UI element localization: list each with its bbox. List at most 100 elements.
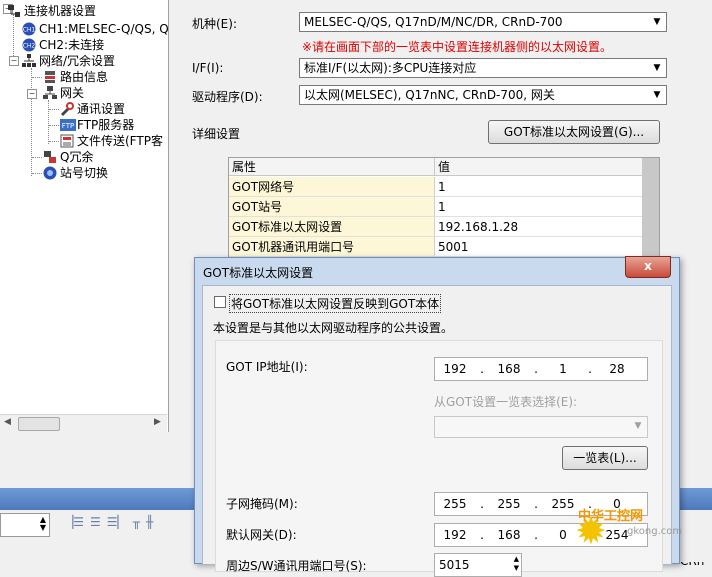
driver-select[interactable]: 以太网(MELSEC), Q17nNC, CRnD-700, 网关 ▼ bbox=[299, 85, 667, 105]
model-select[interactable]: MELSEC-Q/QS, Q17nD/M/NC/DR, CRnD-700 ▼ bbox=[299, 12, 667, 32]
svg-text:CH2: CH2 bbox=[23, 43, 36, 50]
ip-dot: . bbox=[534, 528, 538, 542]
tree-line bbox=[32, 157, 42, 158]
subnet-mask-label: 子网掩码(M): bbox=[226, 497, 298, 511]
svg-text:CH1: CH1 bbox=[23, 27, 36, 34]
got-ethernet-settings-button[interactable]: GOT标准以太网设置(G)... bbox=[488, 120, 660, 144]
column-header-value: 值 bbox=[435, 158, 643, 176]
scrollbar-thumb[interactable] bbox=[18, 417, 60, 431]
tree-item-routing[interactable]: 路由信息 bbox=[43, 69, 108, 85]
dialog-title: GOT标准以太网设置 bbox=[203, 266, 314, 280]
tree-item-network-redundancy[interactable]: 网络/冗余设置 bbox=[22, 53, 115, 69]
tree-line bbox=[48, 100, 49, 144]
common-settings-note: 本设置是与其他以太网驱动程序的公共设置。 bbox=[213, 321, 454, 335]
grid-cell-property: GOT网络号 bbox=[229, 177, 435, 197]
interface-label: I/F(I): bbox=[192, 61, 224, 75]
align-left-icon[interactable]: ▕☰ bbox=[64, 515, 84, 533]
tree-line bbox=[49, 125, 59, 126]
toolbar-spin-input[interactable]: ▲ ▼ bbox=[0, 513, 50, 537]
watermark-brand: 中华工控网 bbox=[578, 509, 644, 524]
grid-cell-value[interactable]: 192.168.1.28 bbox=[435, 217, 643, 237]
redundancy-icon bbox=[43, 150, 57, 164]
warning-text: ※请在画面下部的一览表中设置连接机器侧的以太网设置。 bbox=[302, 40, 613, 54]
ip-dot: . bbox=[588, 362, 592, 376]
tree-item-label: 通讯设置 bbox=[77, 102, 126, 116]
channel-icon: CH1 bbox=[22, 22, 36, 36]
reflect-checkbox-label[interactable]: 将GOT标准以太网设置反映到GOT本体 bbox=[229, 294, 442, 313]
column-header-property: 属性 bbox=[229, 158, 435, 176]
tree-item-ch2[interactable]: CH2 CH2:未连接 bbox=[22, 37, 104, 53]
chevron-down-icon: ▼ bbox=[653, 17, 661, 27]
grid-cell-property: GOT机器通讯用端口号 bbox=[229, 237, 435, 257]
list-button[interactable]: 一览表(L)... bbox=[562, 446, 648, 470]
interface-select[interactable]: 标准I/F(以太网):多CPU连接对应 ▼ bbox=[299, 58, 667, 78]
tree-item-file-transfer[interactable]: 文件传送(FTP客 bbox=[60, 133, 163, 149]
spin-arrows-icon[interactable]: ▲ ▼ bbox=[40, 516, 46, 532]
chevron-down-icon: ▼ bbox=[653, 63, 661, 73]
interface-select-value: 标准I/F(以太网):多CPU连接对应 bbox=[304, 61, 477, 75]
tree-horizontal-scrollbar[interactable]: ◀ ▶ bbox=[0, 414, 167, 432]
tree-line bbox=[49, 109, 59, 110]
station-switch-icon bbox=[43, 166, 57, 180]
ip-dot: . bbox=[534, 362, 538, 376]
svg-text:FTP: FTP bbox=[62, 122, 74, 130]
ip-octet: 168 bbox=[497, 528, 521, 542]
tree-item-communication[interactable]: 通讯设置 bbox=[60, 101, 125, 117]
tree-line bbox=[13, 14, 14, 62]
align-right-icon[interactable]: ☰▏ bbox=[107, 515, 127, 533]
collapse-toggle[interactable]: − bbox=[9, 56, 19, 66]
tree-item-q-redundancy[interactable]: Q冗余 bbox=[43, 149, 93, 165]
ip-octet: 255 bbox=[443, 497, 467, 511]
scroll-left-icon[interactable]: ◀ bbox=[4, 417, 11, 427]
scroll-right-icon[interactable]: ▶ bbox=[154, 417, 161, 427]
align-center-icon[interactable]: ☰ bbox=[90, 515, 101, 533]
ip-octet: 255 bbox=[497, 497, 521, 511]
channel-icon: CH2 bbox=[22, 38, 36, 52]
tree-item-gateway[interactable]: 网关 bbox=[43, 85, 84, 101]
grid-cell-value[interactable]: 1 bbox=[435, 197, 643, 217]
close-icon[interactable]: x bbox=[625, 256, 671, 278]
default-gateway-input[interactable]: 192. 168. 0. 254 bbox=[434, 523, 648, 547]
communication-icon bbox=[60, 102, 74, 116]
align-middle-icon[interactable]: ╫ bbox=[146, 515, 153, 533]
network-icon bbox=[22, 54, 36, 68]
tree-item-ch1[interactable]: CH1 CH1:MELSEC-Q/QS, Q bbox=[22, 21, 169, 37]
detail-settings-label: 详细设置 bbox=[192, 127, 241, 141]
toolbar-icon-strip: ▕☰ ☰ ☰▏ ╥ ╫ bbox=[64, 515, 153, 533]
tree-item-label: 路由信息 bbox=[60, 70, 109, 84]
tree-item-ftp-server[interactable]: FTP FTP服务器 bbox=[60, 117, 134, 133]
tree-item-connected-devices[interactable]: 连接机器设置 bbox=[7, 3, 96, 19]
align-top-icon[interactable]: ╥ bbox=[133, 515, 140, 533]
tree-item-label: 网关 bbox=[60, 86, 85, 100]
grid-vertical-scrollbar[interactable] bbox=[642, 157, 660, 259]
tree-item-label: 网络/冗余设置 bbox=[39, 54, 116, 68]
ip-octet: 168 bbox=[497, 362, 521, 376]
default-gateway-label: 默认网关(D): bbox=[226, 528, 297, 542]
driver-label: 驱动程序(D): bbox=[192, 90, 263, 104]
grid-cell-value[interactable]: 1 bbox=[435, 177, 643, 197]
detail-settings-grid: 属性 值 GOT网络号 1 GOT站号 1 GOT标准以太网设置 192.168… bbox=[228, 157, 644, 259]
file-transfer-icon bbox=[60, 134, 74, 148]
tree-item-label: FTP服务器 bbox=[77, 118, 135, 132]
grid-cell-value[interactable]: 5001 bbox=[435, 237, 643, 257]
reflect-checkbox[interactable] bbox=[214, 296, 226, 308]
spin-arrows-icon[interactable]: ▲ ▼ bbox=[514, 555, 519, 573]
tree-item-label: 站号切换 bbox=[60, 166, 109, 180]
tree-line bbox=[49, 141, 59, 142]
grid-cell-property: GOT站号 bbox=[229, 197, 435, 217]
got-settings-list-select[interactable]: ▼ bbox=[434, 416, 648, 438]
ip-address-input[interactable]: 192. 168. 1. 28 bbox=[434, 357, 648, 381]
peripheral-port-label: 周边S/W通讯用端口号(S): bbox=[226, 559, 367, 573]
peripheral-port-input[interactable]: 5015 ▲ ▼ bbox=[434, 553, 522, 577]
ip-octet: 192 bbox=[443, 362, 467, 376]
tree-item-label: Q冗余 bbox=[60, 150, 94, 164]
driver-select-value: 以太网(MELSEC), Q17nNC, CRnD-700, 网关 bbox=[304, 88, 555, 102]
routing-icon bbox=[43, 70, 57, 84]
ip-dot: . bbox=[480, 497, 484, 511]
collapse-toggle[interactable]: − bbox=[27, 89, 37, 99]
tree-item-station-switch[interactable]: 站号切换 bbox=[43, 165, 108, 181]
ftp-icon: FTP bbox=[60, 118, 76, 132]
tree-item-label: CH1:MELSEC-Q/QS, Q bbox=[39, 22, 169, 36]
tree-item-label: 文件传送(FTP客 bbox=[77, 134, 163, 148]
select-from-list-label: 从GOT设置一览表选择(E): bbox=[434, 395, 578, 409]
